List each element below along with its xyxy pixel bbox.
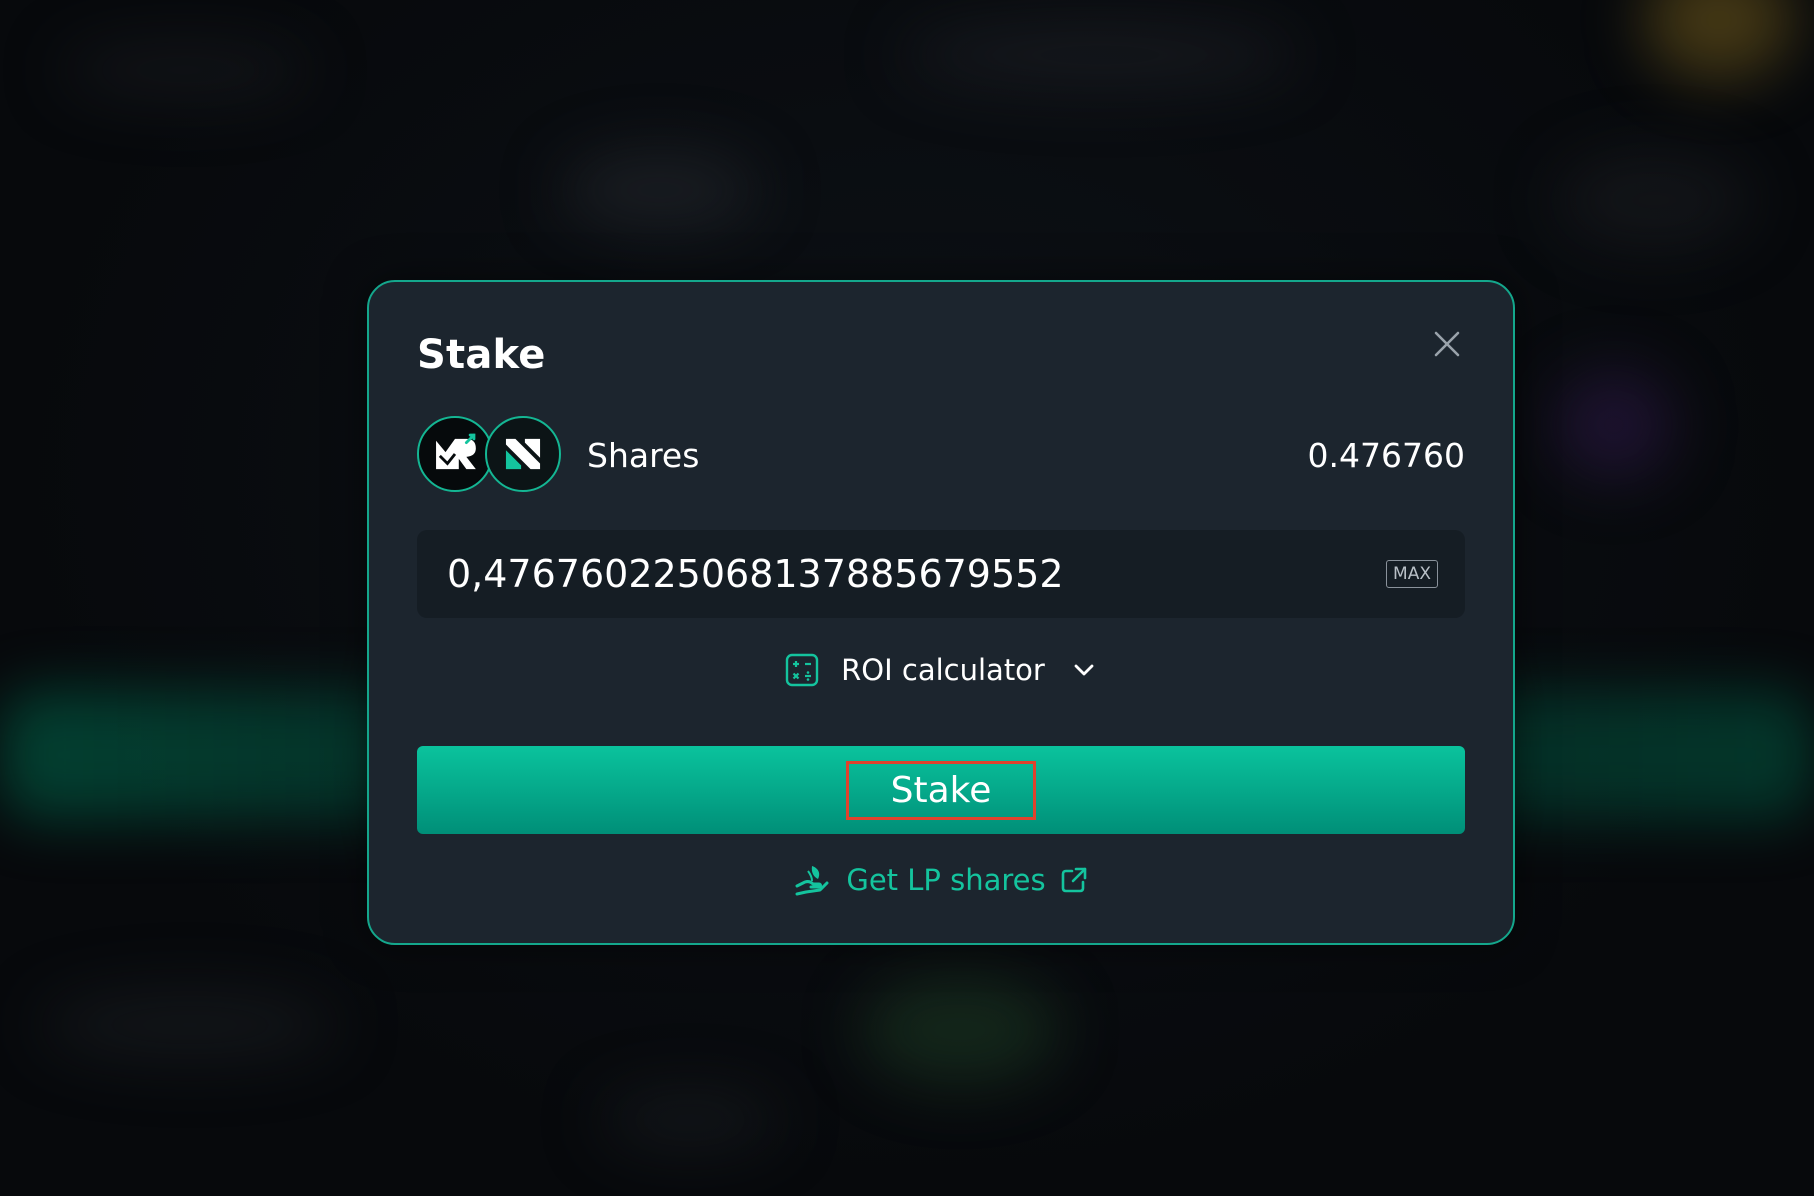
- token-a-logo-icon: [417, 416, 493, 492]
- chevron-down-icon: [1074, 664, 1094, 676]
- stake-button-label: Stake: [845, 760, 1037, 820]
- hand-plant-icon: [795, 866, 829, 896]
- get-lp-shares-label: Get LP shares: [846, 863, 1046, 897]
- token-balance: 0.476760: [1307, 436, 1465, 475]
- stake-amount-input[interactable]: [447, 530, 1307, 618]
- background-blur: [60, 40, 310, 100]
- get-lp-shares-link[interactable]: Get LP shares: [369, 860, 1513, 900]
- background-blur: [1644, 0, 1794, 80]
- token-pair-icons: [417, 416, 567, 496]
- calculator-icon: [785, 653, 819, 687]
- token-b-logo-icon: [485, 416, 561, 492]
- max-button[interactable]: MAX: [1386, 560, 1438, 588]
- background-blur: [1554, 150, 1754, 250]
- modal-title: Stake: [417, 332, 546, 378]
- close-icon: [1434, 331, 1460, 357]
- amount-input-container: MAX: [417, 530, 1465, 618]
- roi-calculator-toggle[interactable]: ROI calculator: [369, 650, 1513, 690]
- background-blur: [860, 975, 1060, 1085]
- token-row: Shares 0.476760: [417, 416, 1465, 496]
- background-blur: [1554, 370, 1674, 480]
- close-button[interactable]: [1427, 324, 1467, 364]
- token-label: Shares: [587, 436, 700, 475]
- background-blur: [40, 990, 340, 1060]
- background-blur: [900, 20, 1300, 90]
- background-blur: [560, 150, 760, 230]
- roi-calculator-label: ROI calculator: [841, 653, 1045, 687]
- stake-modal: Stake Shares 0.476760 0,4767602250681378…: [367, 280, 1515, 945]
- background-blur: [600, 1090, 780, 1150]
- stake-button[interactable]: Stake: [417, 746, 1465, 834]
- external-link-icon: [1061, 867, 1086, 893]
